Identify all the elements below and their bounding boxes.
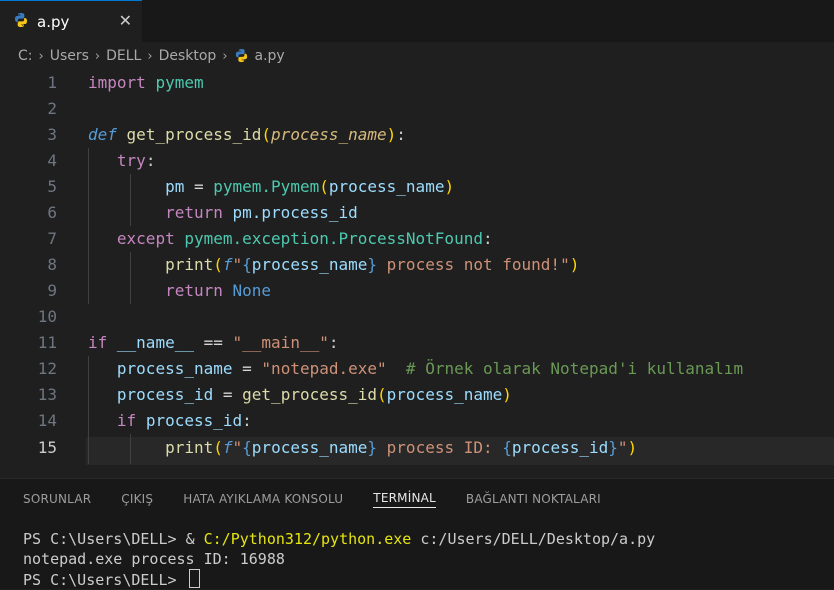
code-text: if __name__ == "__main__": (88, 333, 339, 352)
tab-label: a.py (37, 12, 70, 31)
tab-a-py[interactable]: a.py ✕ (0, 0, 142, 42)
code-line: 6 return pm.process_id (0, 200, 834, 226)
tab-debug-console[interactable]: HATA AYIKLAMA KONSOLU (183, 492, 343, 506)
code-line: 13 process_id = get_process_id(process_n… (0, 382, 834, 408)
code-text: print(f"{process_name} process not found… (165, 255, 580, 274)
line-number: 12 (37, 359, 57, 378)
terminal-cursor (188, 569, 200, 588)
panel-tabs: SORUNLAR ÇIKIŞ HATA AYIKLAMA KONSOLU TER… (0, 479, 631, 519)
code-line: 5 pm = pymem.Pymem(process_name) (0, 174, 834, 200)
terminal-script-path: c:/Users/DELL/Desktop/a.py (411, 530, 656, 548)
tab-problems[interactable]: SORUNLAR (23, 492, 91, 506)
chevron-right-icon: › (147, 48, 153, 64)
code-text: def get_process_id(process_name): (88, 125, 406, 144)
code-editor[interactable]: 1 import pymem 2 3 def get_process_id(pr… (0, 70, 834, 478)
python-file-icon (234, 48, 249, 65)
code-line: 15 print(f"{process_name} process ID: {p… (0, 435, 834, 461)
code-line: 3 def get_process_id(process_name): (0, 122, 834, 148)
code-line: 1 import pymem (0, 70, 834, 96)
bottom-panel: SORUNLAR ÇIKIŞ HATA AYIKLAMA KONSOLU TER… (0, 478, 834, 589)
tab-output[interactable]: ÇIKIŞ (121, 492, 153, 506)
python-file-icon (13, 12, 29, 32)
line-number: 8 (47, 255, 57, 274)
chevron-right-icon: › (38, 48, 44, 64)
terminal-python-path: C:/Python312/python.exe (203, 530, 412, 548)
terminal-prompt: PS C:\Users\DELL> (23, 530, 186, 548)
terminal-output-line: notepad.exe process ID: 16988 (23, 550, 285, 568)
code-line: 7 except pymem.exception.ProcessNotFound… (0, 226, 834, 252)
code-text: import pymem (88, 73, 204, 92)
code-text: try: (116, 151, 156, 170)
breadcrumb-item-drive[interactable]: C: (18, 48, 33, 64)
chevron-right-icon: › (94, 48, 101, 64)
line-number: 6 (47, 203, 57, 222)
line-number: 3 (47, 125, 57, 144)
code-line: 9 return None (0, 278, 834, 304)
close-icon[interactable]: ✕ (119, 12, 132, 30)
code-line: 10 (0, 304, 834, 330)
terminal-amp: & (185, 530, 204, 548)
code-text: return pm.process_id (165, 203, 358, 222)
line-number: 11 (37, 333, 57, 352)
code-line: 2 (0, 96, 834, 122)
tab-terminal[interactable]: TERMİNAL (373, 491, 436, 508)
line-number: 1 (47, 73, 57, 92)
code-line: 12 process_name = "notepad.exe" # Örnek … (0, 356, 834, 382)
code-text: except pymem.exception.ProcessNotFound: (116, 229, 493, 248)
code-text: return None (165, 281, 272, 300)
code-text: pm = pymem.Pymem(process_name) (165, 177, 455, 196)
code-line: 11 if __name__ == "__main__": (0, 330, 834, 356)
breadcrumb-item-file[interactable]: a.py (255, 48, 285, 64)
line-number: 15 (37, 438, 57, 457)
breadcrumb-item-desktop[interactable]: Desktop (159, 48, 217, 64)
line-number: 14 (37, 411, 57, 430)
breadcrumb: C: › Users › DELL › Desktop › a.py (0, 42, 834, 70)
code-line: 4 try: (0, 148, 834, 174)
line-number: 7 (47, 229, 57, 248)
line-number: 2 (47, 99, 57, 118)
terminal-prompt: PS C:\Users\DELL> (23, 571, 186, 589)
code-text: if process_id: (116, 411, 252, 430)
code-line: 8 print(f"{process_name} process not fou… (0, 252, 834, 278)
terminal-output[interactable]: PS C:\Users\DELL> & C:/Python312/python.… (23, 529, 655, 590)
tab-ports[interactable]: BAĞLANTI NOKTALARI (466, 492, 601, 506)
code-text: process_name = "notepad.exe" # Örnek ola… (116, 359, 744, 378)
chevron-right-icon: › (222, 48, 228, 64)
breadcrumb-item-users[interactable]: Users (50, 48, 89, 64)
code-text: process_id = get_process_id(process_name… (116, 385, 512, 404)
breadcrumb-item-dell[interactable]: DELL (106, 48, 141, 64)
code-line: 14 if process_id: (0, 408, 834, 434)
line-number: 9 (47, 281, 57, 300)
line-number: 5 (47, 177, 57, 196)
line-number: 13 (37, 385, 57, 404)
code-text: print(f"{process_name} process ID: {proc… (165, 438, 638, 457)
line-number: 10 (37, 307, 57, 326)
tab-bar: a.py ✕ (0, 0, 834, 42)
line-number: 4 (47, 151, 57, 170)
